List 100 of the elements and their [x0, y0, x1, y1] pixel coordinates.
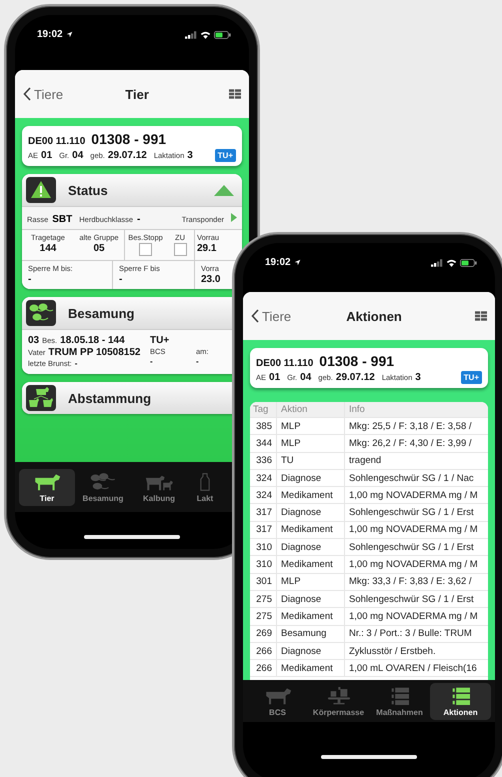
signal-icon [431, 259, 443, 267]
table-cell: 301 [250, 574, 277, 590]
field-value: 29.07.12 [336, 372, 375, 383]
status-time: 19:02 [37, 29, 63, 40]
table-cell: 266 [250, 660, 277, 676]
field-value: 144 [40, 243, 56, 254]
tab[interactable]: Körpermasse [308, 682, 369, 720]
table-cell-text: Zyklusstör / Erstbeh. [348, 644, 437, 658]
tab[interactable]: Aktionen [430, 682, 491, 720]
animal-id-prefix: DE00 11.110 [28, 136, 86, 147]
table-cell: 310 [250, 556, 277, 573]
table-cell: 275 [250, 608, 277, 625]
field-value: 04 [300, 372, 312, 383]
table-cell: 336 [250, 452, 277, 469]
checkbox[interactable] [139, 243, 152, 256]
field-value: 01 [41, 150, 52, 161]
location-arrow-icon [66, 31, 73, 38]
table-cell: Diagnose [277, 642, 345, 660]
cow-icon [33, 472, 61, 490]
field-value: 18.05.18 - 144 [60, 335, 125, 346]
tab[interactable]: Tier [19, 468, 75, 506]
field-value: - [28, 274, 32, 285]
tab[interactable]: Lakt [187, 468, 223, 506]
table-cell: MLP [277, 574, 345, 590]
wifi-icon [200, 31, 211, 39]
table-cell-text: Nr.: 3 / Port.: 3 / Bulle: TRUM [348, 627, 473, 642]
table-cell: Diagnose [277, 539, 345, 556]
grid-menu-icon[interactable] [475, 311, 487, 321]
table-cell: 310 [250, 539, 277, 556]
field-value: SBT [52, 214, 72, 225]
table-cell-text: 1,00 mg NOVADERMA mg / M [348, 523, 479, 538]
field-value: 01 [269, 372, 280, 383]
table-cell: 317 [250, 504, 277, 521]
field-value: TRUM PP 10508152 [48, 347, 140, 358]
battery-icon [460, 259, 477, 267]
table-cell: 275 [250, 590, 277, 608]
field-value: - [74, 359, 78, 368]
pedigree-icon [26, 385, 56, 411]
back-button[interactable]: Tiere [251, 308, 292, 324]
table-cell-text: Sohlengeschwür SG / 1 / Erst [348, 540, 475, 555]
back-chevron-icon [23, 87, 31, 101]
back-button[interactable]: Tiere [23, 86, 64, 102]
collapse-arrow-icon[interactable] [214, 184, 234, 196]
animal-number: 01308 - 991 [91, 131, 166, 147]
back-chevron-icon [251, 309, 259, 323]
sperm-icon [89, 472, 117, 490]
sperm-icon [26, 300, 56, 326]
column-header: Aktion [277, 402, 345, 417]
table-cell: Diagnose [277, 470, 345, 486]
table-cell-text: 1,00 mL OVAREN / Fleisch(16 [348, 662, 478, 676]
table-cell-text: Sohlengeschwür SG / 1 / Erst [348, 592, 475, 607]
field-value: - [119, 274, 122, 285]
column-header: Tag [250, 402, 277, 417]
table-cell: 266 [250, 642, 277, 660]
status-badge: TU+ [460, 371, 482, 384]
section-title: Besamung [68, 306, 134, 320]
table-cell: 344 [250, 435, 277, 452]
field-value: 04 [72, 150, 84, 161]
table-cell-text: Sohlengeschwür SG / 1 / Nac [348, 472, 475, 486]
table-cell-text: Mkg: 26,2 / F: 4,30 / E: 3,99 / [348, 436, 473, 451]
field-value: - [137, 214, 140, 225]
field-value: 3 [415, 372, 421, 383]
table-cell: 317 [250, 522, 277, 538]
section-title: Abstammung [68, 390, 152, 406]
field-value: 03 [28, 335, 40, 346]
signal-icon [185, 31, 197, 39]
screen-title: Aktionen [345, 308, 403, 324]
table-cell: 385 [250, 418, 277, 434]
table-cell: MLP [277, 435, 345, 452]
table-cell: TU [277, 452, 345, 469]
field-value: 29.07.12 [108, 150, 147, 161]
field-value: 29.1 [197, 243, 216, 254]
table-cell: 269 [250, 626, 277, 642]
field-value: TU+ [150, 335, 170, 346]
table-cell-text: Mkg: 25,5 / F: 3,18 / E: 3,58 / [348, 420, 473, 434]
status-time: 19:02 [265, 257, 291, 268]
tab[interactable]: Maßnahmen [369, 682, 430, 720]
tab[interactable]: Kalbung [131, 468, 187, 506]
table-cell-text: 1,00 mg NOVADERMA mg / M [348, 610, 479, 624]
table-cell: Medikament [277, 660, 345, 676]
table-cell-text: Mkg: 33,3 / F: 3,83 / E: 3,62 / [348, 575, 473, 590]
table-cell-text: tragend [348, 454, 382, 468]
field-value: - [196, 357, 199, 366]
status-badge: TU+ [214, 149, 236, 162]
screen-title: Tier [124, 86, 150, 102]
battery-icon [214, 31, 231, 39]
table-cell: Diagnose [277, 590, 345, 608]
tab[interactable]: BCS [247, 682, 308, 720]
field-value: - [150, 357, 153, 366]
play-arrow-icon[interactable] [231, 213, 237, 222]
table-cell: Medikament [277, 556, 345, 573]
table-cell-text: Sohlengeschwür SG / 1 / Erst [348, 506, 475, 520]
checkbox[interactable] [174, 243, 186, 256]
animal-id-prefix: DE00 11.110 [256, 358, 314, 369]
table-cell-text: 1,00 mg NOVADERMA mg / M [348, 558, 479, 572]
wifi-icon [446, 259, 457, 267]
grid-menu-icon[interactable] [229, 89, 241, 99]
tab[interactable]: Besamung [75, 468, 131, 506]
table-cell: MLP [277, 418, 345, 434]
table-cell-text: 1,00 mg NOVADERMA mg / M [348, 488, 479, 503]
